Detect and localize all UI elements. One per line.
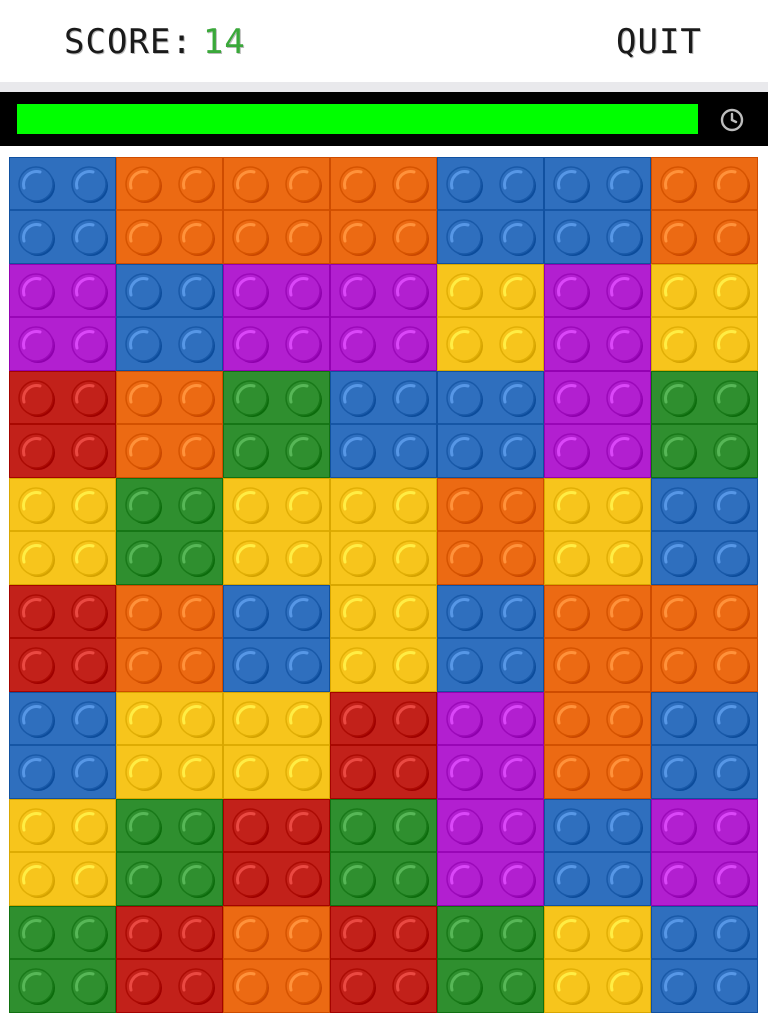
brick-orange[interactable] (544, 585, 651, 692)
brick-blue[interactable] (437, 585, 544, 692)
brick-purple[interactable] (330, 264, 437, 371)
brick-purple[interactable] (544, 371, 651, 478)
brick-yellow[interactable] (330, 585, 437, 692)
brick-blue[interactable] (330, 371, 437, 478)
score-display: SCORE: 14 (64, 22, 246, 62)
brick-yellow[interactable] (544, 906, 651, 1013)
brick-green[interactable] (437, 906, 544, 1013)
timer-bar (0, 92, 768, 146)
brick-blue[interactable] (116, 264, 223, 371)
brick-yellow[interactable] (544, 478, 651, 585)
brick-blue[interactable] (544, 799, 651, 906)
brick-blue[interactable] (9, 692, 116, 799)
brick-orange[interactable] (223, 906, 330, 1013)
brick-blue[interactable] (437, 371, 544, 478)
brick-green[interactable] (116, 799, 223, 906)
brick-green[interactable] (116, 478, 223, 585)
brick-purple[interactable] (544, 264, 651, 371)
brick-purple[interactable] (437, 799, 544, 906)
brick-purple[interactable] (223, 264, 330, 371)
score-label: SCORE: (64, 22, 193, 62)
header-divider (0, 82, 768, 92)
brick-orange[interactable] (116, 371, 223, 478)
score-value: 14 (202, 22, 246, 62)
brick-green[interactable] (9, 906, 116, 1013)
brick-blue[interactable] (651, 478, 758, 585)
brick-yellow[interactable] (223, 478, 330, 585)
brick-orange[interactable] (544, 692, 651, 799)
brick-red[interactable] (330, 906, 437, 1013)
brick-blue[interactable] (437, 157, 544, 264)
game-board (9, 157, 758, 1013)
brick-orange[interactable] (116, 585, 223, 692)
brick-orange[interactable] (437, 478, 544, 585)
brick-blue[interactable] (651, 692, 758, 799)
brick-red[interactable] (116, 906, 223, 1013)
brick-red[interactable] (223, 799, 330, 906)
brick-red[interactable] (330, 692, 437, 799)
brick-orange[interactable] (330, 157, 437, 264)
header-bar: SCORE: 14 QUIT (0, 0, 768, 82)
brick-blue[interactable] (651, 906, 758, 1013)
brick-yellow[interactable] (330, 478, 437, 585)
timer-track (17, 104, 698, 134)
brick-blue[interactable] (223, 585, 330, 692)
timer-fill (17, 104, 698, 134)
brick-purple[interactable] (9, 264, 116, 371)
brick-green[interactable] (330, 799, 437, 906)
brick-yellow[interactable] (9, 799, 116, 906)
brick-purple[interactable] (651, 799, 758, 906)
brick-yellow[interactable] (9, 478, 116, 585)
brick-blue[interactable] (9, 157, 116, 264)
brick-blue[interactable] (544, 157, 651, 264)
brick-green[interactable] (223, 371, 330, 478)
quit-button[interactable]: QUIT (616, 22, 702, 62)
brick-yellow[interactable] (223, 692, 330, 799)
brick-purple[interactable] (437, 692, 544, 799)
clock-icon (720, 108, 744, 132)
brick-yellow[interactable] (116, 692, 223, 799)
brick-red[interactable] (9, 371, 116, 478)
brick-orange[interactable] (116, 157, 223, 264)
brick-orange[interactable] (651, 585, 758, 692)
brick-yellow[interactable] (651, 264, 758, 371)
brick-red[interactable] (9, 585, 116, 692)
brick-green[interactable] (651, 371, 758, 478)
brick-yellow[interactable] (437, 264, 544, 371)
brick-orange[interactable] (223, 157, 330, 264)
brick-orange[interactable] (651, 157, 758, 264)
